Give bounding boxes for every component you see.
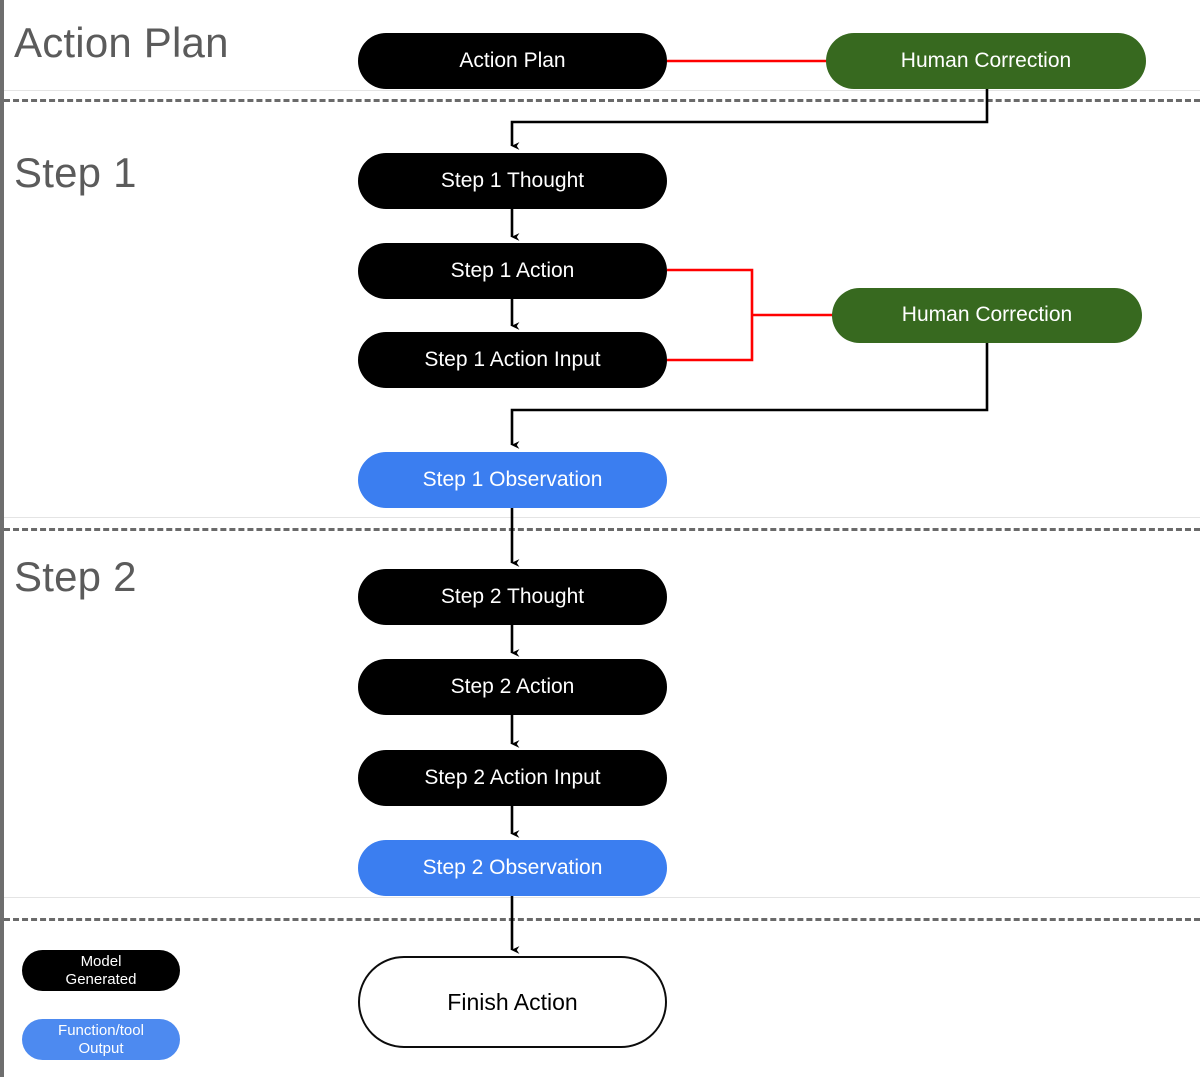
legend-label-function-tool-output-line2: Output [78,1039,124,1057]
band-title-step2: Step 2 [14,553,137,600]
band-divider-step1 [4,528,1200,531]
node-step1-action[interactable]: Step 1 Action [358,243,667,299]
band-divider-action-plan [4,99,1200,102]
node-step1-observation[interactable]: Step 1 Observation [358,452,667,508]
flow-link-correction1-to-step1-thought [510,89,989,150]
legend-label-model-generated-line2: Generated [65,970,137,988]
node-step2-thought[interactable]: Step 2 Thought [358,569,667,625]
left-rail [0,0,4,1077]
node-step2-action[interactable]: Step 2 Action [358,659,667,715]
legend-label-model-generated-line1: Model [80,952,122,970]
flowchart-canvas: Action Plan Step 1 Step 2 Action Plan Hu… [0,0,1200,1077]
node-step2-action-input[interactable]: Step 2 Action Input [358,750,667,806]
node-step2-observation[interactable]: Step 2 Observation [358,840,667,896]
node-finish-action[interactable]: Finish Action [358,956,667,1048]
band-title-step1: Step 1 [14,149,137,196]
correction-bracket-step1 [667,268,754,362]
node-human-correction-2[interactable]: Human Correction [832,288,1142,343]
band-divider-step2 [4,918,1200,921]
legend-item-function-tool-output: Function/tool Output [22,1019,180,1060]
node-step1-thought[interactable]: Step 1 Thought [358,153,667,209]
node-human-correction-1[interactable]: Human Correction [826,33,1146,89]
hairline-rule-action-plan [4,90,1200,91]
hairline-rule-step2 [4,897,1200,898]
band-title-action-plan: Action Plan [14,19,229,66]
legend-label-function-tool-output-line1: Function/tool [58,1021,144,1039]
hairline-rule-step1 [4,517,1200,518]
node-step1-action-input[interactable]: Step 1 Action Input [358,332,667,388]
legend-item-model-generated: Model Generated [22,950,180,991]
node-action-plan[interactable]: Action Plan [358,33,667,89]
